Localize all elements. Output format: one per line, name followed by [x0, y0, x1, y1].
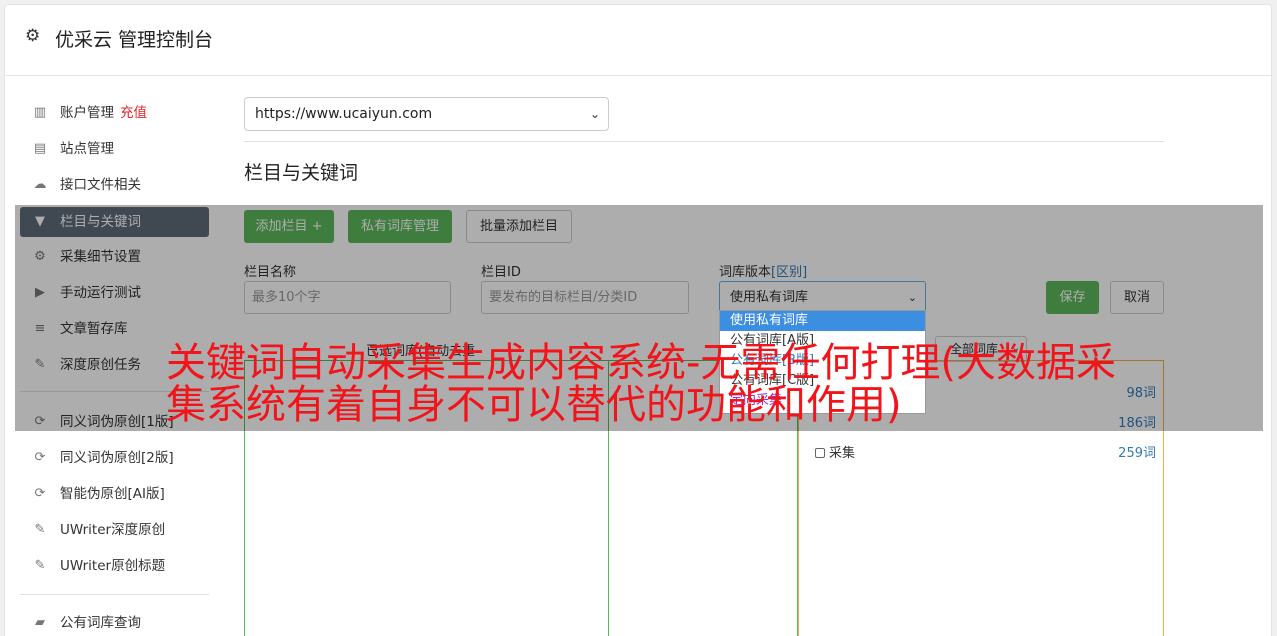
cloud-upload-icon: ☁	[33, 177, 47, 192]
refresh-icon: ⟳	[34, 486, 46, 501]
divider	[244, 141, 1164, 142]
sidebar-item-label: 同义词伪原创[2版]	[60, 450, 174, 466]
dropdown-option[interactable]: 使用私有词库	[720, 311, 925, 331]
lib-count: 259词	[1118, 446, 1156, 461]
checkbox-box[interactable]	[815, 448, 825, 458]
sidebar-item-sites[interactable]: ▤ 站点管理	[20, 134, 209, 164]
checkbox-label: 采集	[829, 446, 856, 461]
recharge-link[interactable]: 充值	[120, 105, 147, 121]
sidebar-item-public-lib[interactable]: ▰ 公有词库查询	[20, 608, 209, 636]
sidebar-item-account[interactable]: ▥ 账户管理 充值	[20, 98, 209, 128]
page-title: 优采云 管理控制台	[55, 29, 214, 51]
server-icon: ▤	[33, 141, 47, 156]
section-title: 栏目与关键词	[244, 162, 359, 184]
chevron-down-icon: ⌄	[589, 107, 600, 121]
sidebar-item-label: 公有词库查询	[60, 615, 141, 631]
sidebar-item-label: 站点管理	[60, 141, 114, 157]
overlay-title: 关键词自动采集生成内容系统-无需任何打理(大数据采集系统有着自身不可以替代的功能…	[166, 340, 1117, 428]
sidebar-item-synonym-v2[interactable]: ⟳ 同义词伪原创[2版]	[20, 443, 209, 473]
sidebar-item-interface[interactable]: ☁ 接口文件相关	[20, 170, 209, 200]
sidebar-item-label: 账户管理	[60, 105, 114, 121]
sidebar-item-label: 智能伪原创[AI版]	[60, 486, 165, 502]
sidebar-divider	[20, 594, 209, 595]
site-select[interactable]: https://www.ucaiyun.com ⌄	[244, 97, 609, 131]
site-select-value: https://www.ucaiyun.com	[255, 106, 433, 122]
book-icon: ▰	[35, 615, 45, 630]
sidebar-item-label: 接口文件相关	[60, 177, 141, 193]
collect-checkbox[interactable]: 采集	[815, 442, 855, 461]
sidebar-item-label: UWriter原创标题	[60, 558, 166, 574]
refresh-icon: ⟳	[34, 450, 46, 465]
bar-chart-icon: ▥	[33, 105, 47, 120]
edit-icon: ✎	[34, 558, 46, 573]
gear-icon: ⚙	[25, 26, 41, 46]
sidebar-item-uwriter-title[interactable]: ✎ UWriter原创标题	[20, 551, 209, 581]
edit-icon: ✎	[34, 522, 46, 537]
sidebar-item-label: UWriter深度原创	[60, 522, 166, 538]
header: ⚙ 优采云 管理控制台	[5, 5, 1271, 76]
sidebar-item-ai-rewrite[interactable]: ⟳ 智能伪原创[AI版]	[20, 479, 209, 509]
sidebar-item-uwriter-deep[interactable]: ✎ UWriter深度原创	[20, 515, 209, 545]
